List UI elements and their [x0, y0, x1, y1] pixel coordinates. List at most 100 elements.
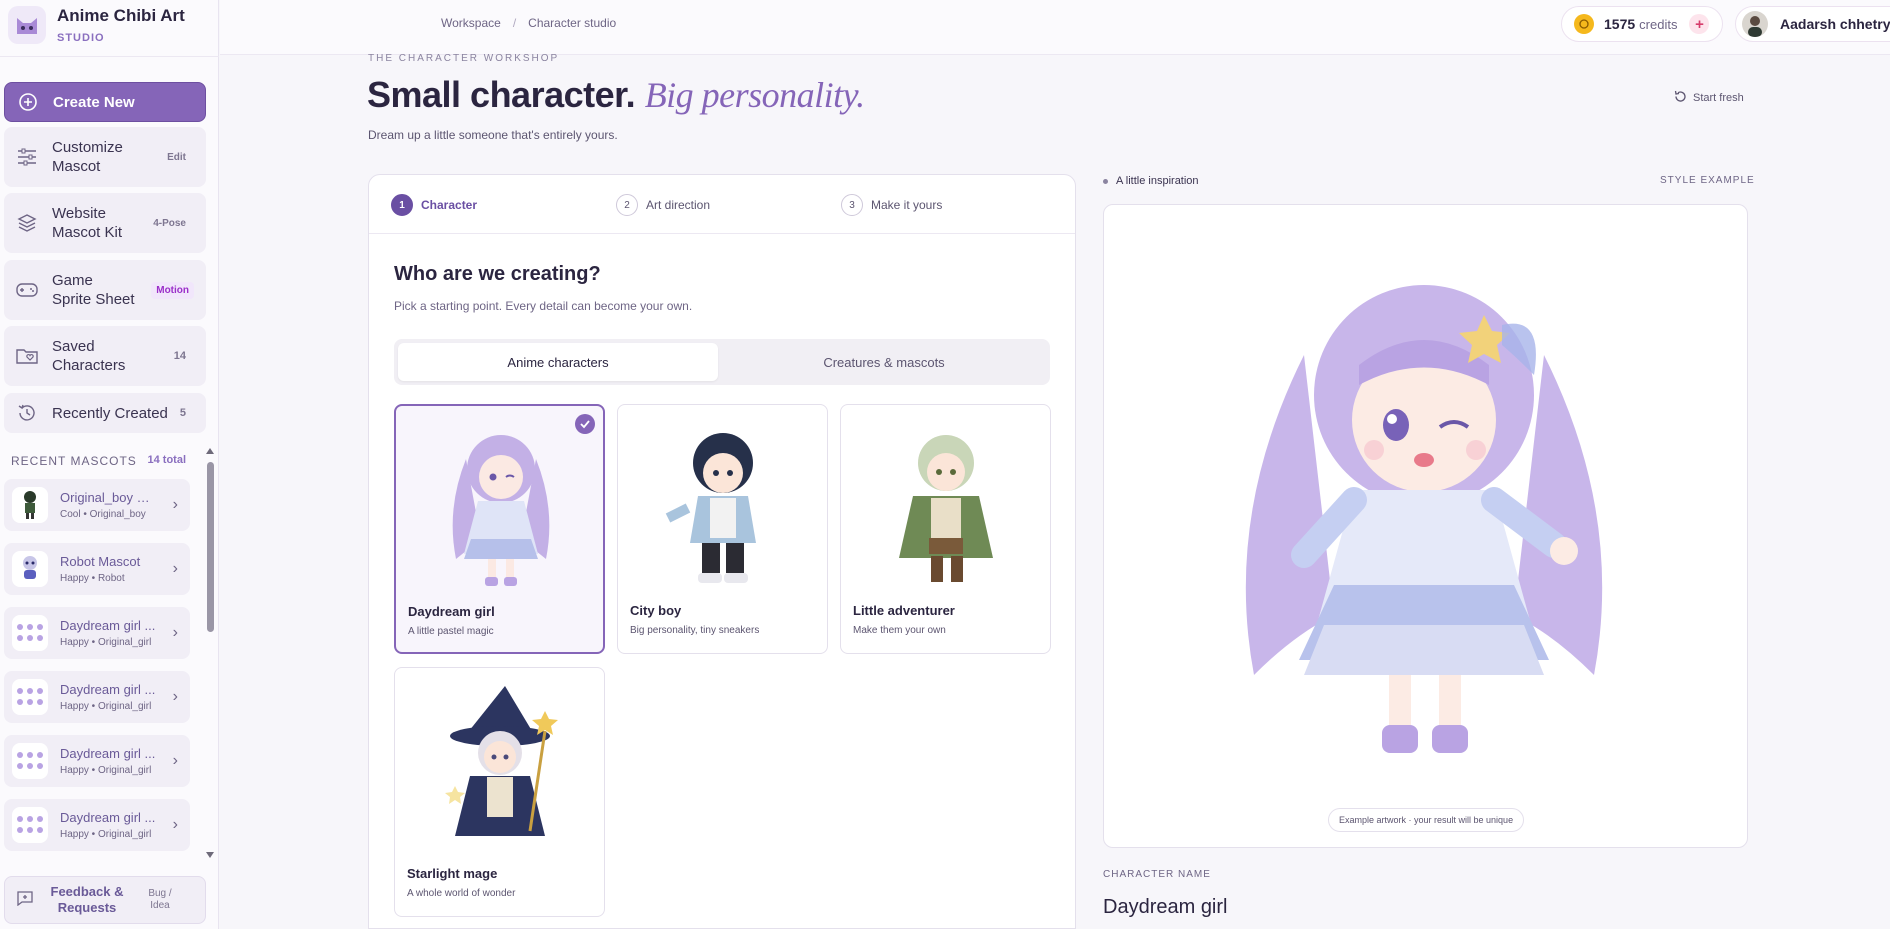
card-subtitle: Make them your own	[853, 625, 946, 636]
recent-mascot-item[interactable]: Daydream girl ... Happy • Original_girl …	[4, 799, 190, 851]
breadcrumb: Workspace / Character studio	[441, 16, 616, 30]
tab-creatures-mascots[interactable]: Creatures & mascots	[724, 343, 1044, 381]
hero-eyebrow: THE CHARACTER WORKSHOP	[368, 53, 560, 64]
recent-count: 14 total	[147, 454, 186, 466]
preview-illustration	[1164, 255, 1684, 775]
step-label: Art direction	[646, 198, 711, 212]
sliders-icon	[16, 148, 38, 166]
mascot-sprite-grid-thumbnail	[12, 615, 48, 651]
mascot-meta: Happy • Original_girl	[60, 829, 152, 840]
create-new-button[interactable]: Create New	[4, 82, 206, 122]
start-fresh-label: Start fresh	[1693, 92, 1744, 104]
card-title: Little adventurer	[853, 603, 955, 618]
character-illustration	[408, 416, 594, 596]
recent-mascot-item[interactable]: Daydream girl ... Happy • Original_girl …	[4, 607, 190, 659]
credits-badge[interactable]: 1575 credits +	[1561, 6, 1723, 42]
step-art-direction[interactable]: 2 Art direction	[616, 194, 710, 216]
chevron-right-icon: ›	[172, 816, 178, 833]
sidebar-item-game-sprite-sheet[interactable]: Game Sprite Sheet Motion	[4, 260, 206, 320]
step-label: Character	[421, 198, 478, 212]
scroll-up-arrow[interactable]	[206, 448, 214, 454]
nav-label: Game Sprite Sheet	[52, 272, 135, 308]
card-title: Daydream girl	[408, 604, 495, 619]
check-icon	[575, 414, 595, 434]
feedback-button[interactable]: Feedback & Requests Bug / Idea	[4, 876, 206, 924]
mascot-meta: Happy • Original_girl	[60, 765, 152, 776]
character-card-starlight-mage[interactable]: Starlight mage A whole world of wonder	[394, 667, 605, 917]
inspiration-label: A little inspiration	[1103, 175, 1199, 187]
credits-unit: credits	[1639, 16, 1678, 32]
refresh-icon	[1674, 90, 1687, 106]
page-title: Small character. Big personality.	[367, 74, 865, 116]
mascot-thumbnail	[12, 551, 48, 587]
cat-face-icon	[8, 6, 46, 44]
character-name-label: CHARACTER NAME	[1103, 869, 1211, 880]
character-card-city-boy[interactable]: City boy Big personality, tiny sneakers	[617, 404, 828, 654]
breadcrumb-separator: /	[512, 16, 517, 30]
card-title: Starlight mage	[407, 866, 498, 881]
character-name-value: Daydream girl	[1103, 896, 1228, 918]
layers-icon	[16, 213, 38, 233]
coin-icon	[1574, 14, 1594, 34]
nav-label: Saved Characters	[52, 338, 126, 374]
feedback-tag: Bug / Idea	[148, 888, 172, 911]
feedback-label: Feedback & Requests	[50, 884, 124, 915]
sidebar-item-website-mascot-kit[interactable]: Website Mascot Kit 4-Pose	[4, 193, 206, 253]
character-card-little-adventurer[interactable]: Little adventurer Make them your own	[840, 404, 1051, 654]
card-subtitle: A whole world of wonder	[407, 888, 516, 899]
recent-mascot-item[interactable]: Daydream girl ... Happy • Original_girl …	[4, 735, 190, 787]
step-character[interactable]: 1 Character	[391, 194, 477, 216]
mascot-meta: Happy • Original_girl	[60, 637, 152, 648]
user-name: Aadarsh chhetry	[1780, 16, 1890, 32]
mascot-sprite-grid-thumbnail	[12, 679, 48, 715]
nav-label: Recently Created	[52, 404, 168, 422]
chevron-right-icon: ›	[172, 496, 178, 513]
mascot-meta: Cool • Original_boy	[60, 509, 146, 520]
message-plus-icon	[17, 890, 33, 911]
nav-tag: 4-Pose	[153, 217, 186, 229]
user-menu[interactable]: Aadarsh chhetry	[1735, 6, 1890, 42]
mascot-name: Daydream girl ...	[60, 810, 156, 825]
page-title-main: Small character.	[367, 74, 636, 115]
chevron-right-icon: ›	[172, 624, 178, 641]
recent-mascots-header: RECENT MASCOTS 14 total	[11, 454, 186, 468]
card-title: City boy	[630, 603, 682, 618]
step-make-it-yours[interactable]: 3 Make it yours	[841, 194, 942, 216]
nav-label: Customize Mascot	[52, 139, 123, 175]
chevron-right-icon: ›	[172, 688, 178, 705]
add-credits-button[interactable]: +	[1689, 14, 1710, 34]
scrollbar-thumb[interactable]	[207, 462, 214, 632]
recent-title: RECENT MASCOTS	[11, 454, 137, 468]
sidebar-item-saved-characters[interactable]: Saved Characters 14	[4, 326, 206, 386]
credits-amount: 1575	[1604, 16, 1636, 32]
plus-circle-icon	[17, 92, 39, 112]
sidebar-item-recently-created[interactable]: Recently Created 5	[4, 393, 206, 433]
stepper: 1 Character 2 Art direction 3 Make it yo…	[369, 175, 1075, 234]
section-title: Who are we creating?	[394, 263, 601, 285]
mascot-meta: Happy • Robot	[60, 573, 125, 584]
start-fresh-button[interactable]: Start fresh	[1674, 90, 1744, 106]
character-illustration	[853, 415, 1039, 595]
mascot-meta: Happy • Original_girl	[60, 701, 152, 712]
recent-mascot-item[interactable]: Daydream girl ... Happy • Original_girl …	[4, 671, 190, 723]
breadcrumb-current: Character studio	[528, 16, 617, 30]
recent-mascot-item[interactable]: Original_boy M... Cool • Original_boy ›	[4, 479, 190, 531]
card-subtitle: A little pastel magic	[408, 626, 494, 637]
step-label: Make it yours	[871, 198, 943, 212]
brand[interactable]: Anime Chibi Art STUDIO	[8, 6, 185, 44]
card-subtitle: Big personality, tiny sneakers	[630, 625, 760, 636]
tab-anime-characters[interactable]: Anime characters	[398, 343, 718, 381]
creation-panel: 1 Character 2 Art direction 3 Make it yo…	[368, 174, 1076, 929]
breadcrumb-workspace[interactable]: Workspace	[441, 16, 501, 30]
example-note: Example artwork · your result will be un…	[1328, 808, 1525, 832]
nav-tag: Motion	[151, 281, 194, 299]
mascot-name: Robot Mascot	[60, 554, 141, 569]
scroll-down-arrow[interactable]	[206, 852, 214, 858]
character-card-daydream-girl[interactable]: Daydream girl A little pastel magic	[394, 404, 605, 654]
mascot-sprite-grid-thumbnail	[12, 743, 48, 779]
sidebar-item-customize-mascot[interactable]: Customize Mascot Edit	[4, 127, 206, 187]
recent-mascot-item[interactable]: Robot Mascot Happy • Robot ›	[4, 543, 190, 595]
nav-label: Create New	[53, 93, 135, 111]
mascot-name: Daydream girl ...	[60, 682, 156, 697]
history-icon	[16, 403, 38, 423]
